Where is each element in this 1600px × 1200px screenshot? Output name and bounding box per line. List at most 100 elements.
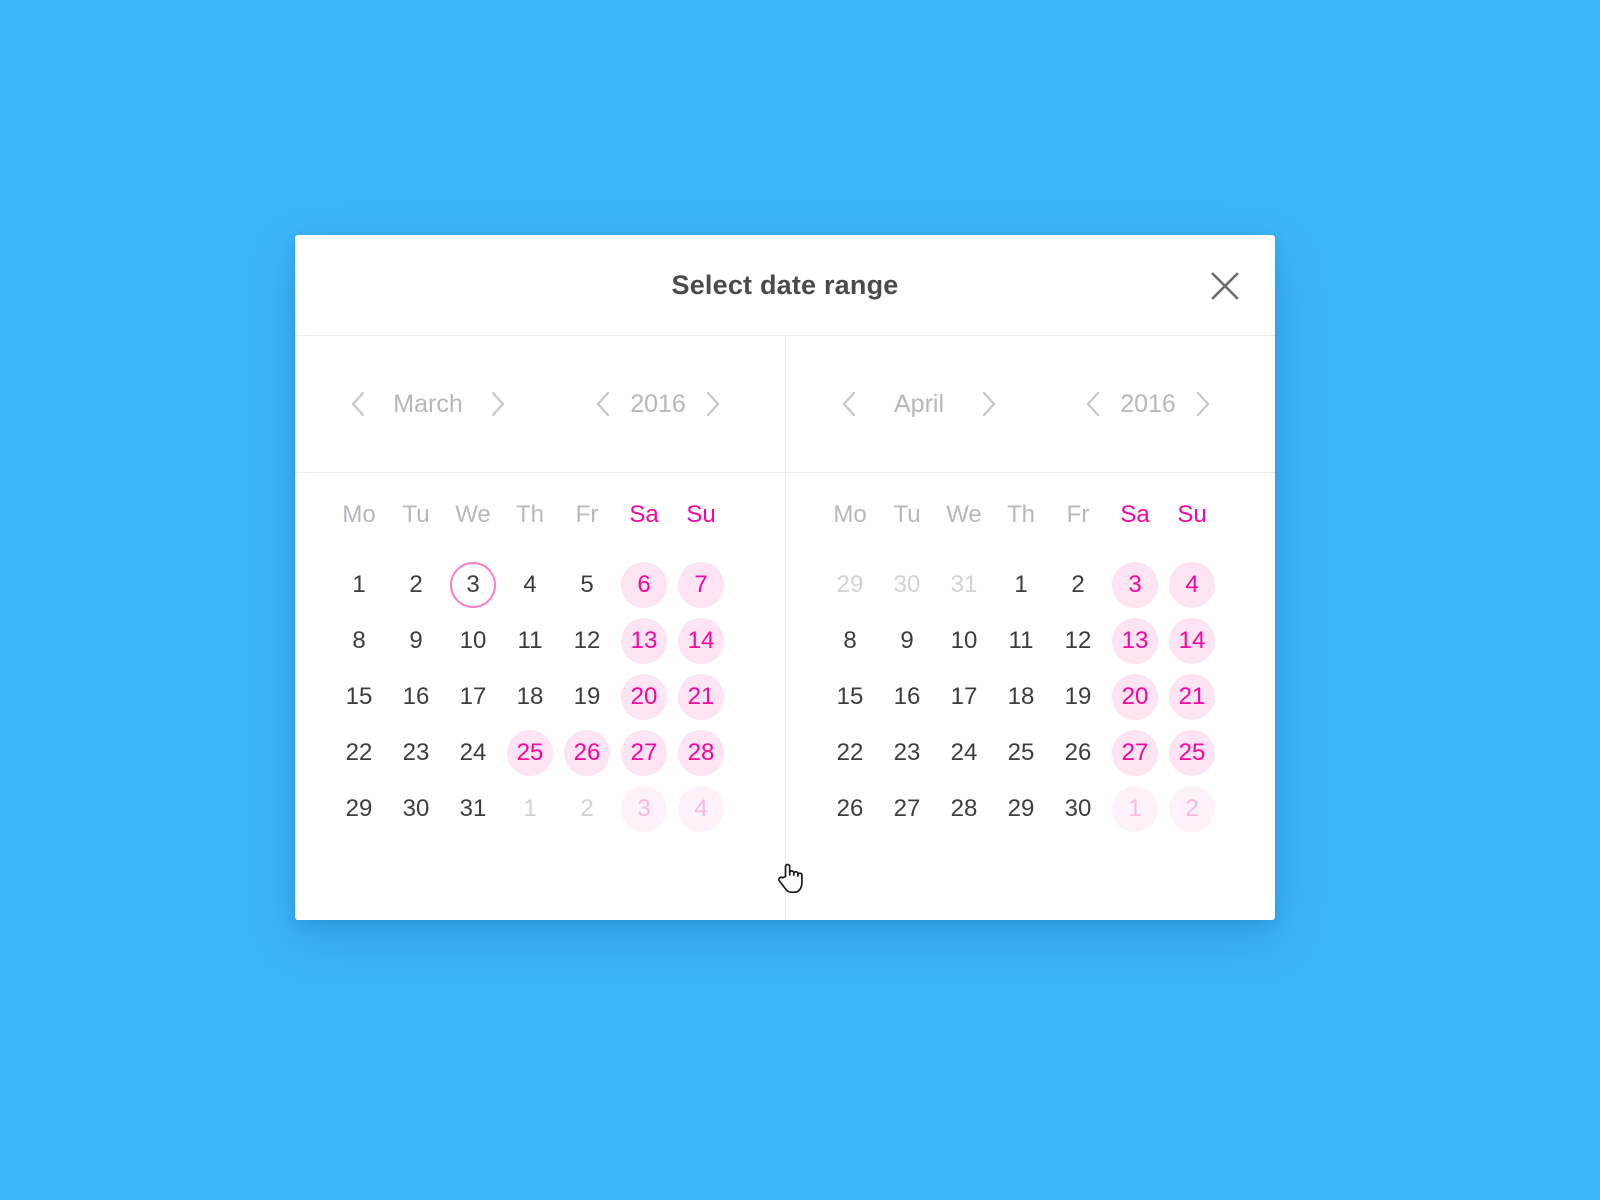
day-cell[interactable]: 9	[879, 613, 935, 669]
day-cell[interactable]: 30	[388, 781, 444, 837]
day-cell[interactable]: 26	[559, 725, 615, 781]
day-cell[interactable]: 12	[1050, 613, 1106, 669]
month-label-left[interactable]: March	[373, 390, 483, 419]
day-label: 18	[1007, 683, 1035, 710]
day-cell[interactable]: 2	[1164, 781, 1220, 837]
day-cell[interactable]: 22	[331, 725, 387, 781]
day-cell[interactable]: 14	[1164, 613, 1220, 669]
close-button[interactable]	[1203, 264, 1247, 308]
year-label-left[interactable]: 2016	[618, 390, 698, 419]
day-cell[interactable]: 12	[559, 613, 615, 669]
next-year-button-right[interactable]	[1188, 389, 1218, 419]
day-cell[interactable]: 16	[388, 669, 444, 725]
day-cell[interactable]: 27	[879, 781, 935, 837]
day-label: 8	[843, 627, 857, 654]
weekday-label-su: Su	[686, 501, 716, 528]
day-cell[interactable]: 25	[993, 725, 1049, 781]
day-cell[interactable]: 1	[502, 781, 558, 837]
next-year-button-left[interactable]	[698, 389, 728, 419]
day-cell[interactable]: 2	[388, 557, 444, 613]
day-cell[interactable]: 20	[1107, 669, 1163, 725]
day-cell[interactable]: 25	[1164, 725, 1220, 781]
day-cell[interactable]: 4	[502, 557, 558, 613]
day-cell[interactable]: 5	[559, 557, 615, 613]
day-label: 26	[1064, 739, 1092, 766]
weekday-header-left: Mo Tu We Th Fr Sa Su	[331, 473, 749, 557]
day-cell[interactable]: 3	[1107, 557, 1163, 613]
day-cell[interactable]: 29	[993, 781, 1049, 837]
day-label: 10	[459, 627, 487, 654]
day-cell[interactable]: 2	[1050, 557, 1106, 613]
week-row: 29 30 31 1 2 3 4	[331, 781, 749, 837]
day-cell[interactable]: 29	[331, 781, 387, 837]
day-cell[interactable]: 30	[879, 557, 935, 613]
prev-year-button-right[interactable]	[1078, 389, 1108, 419]
day-cell[interactable]: 1	[993, 557, 1049, 613]
day-cell[interactable]: 18	[993, 669, 1049, 725]
month-label-right[interactable]: April	[864, 390, 974, 419]
day-cell[interactable]: 17	[445, 669, 501, 725]
year-label-right[interactable]: 2016	[1108, 390, 1188, 419]
chevron-right-icon	[1194, 390, 1212, 418]
day-cell[interactable]: 13	[1107, 613, 1163, 669]
day-cell[interactable]: 28	[936, 781, 992, 837]
day-cell[interactable]: 8	[331, 613, 387, 669]
next-month-button-right[interactable]	[974, 389, 1004, 419]
day-cell[interactable]: 26	[1050, 725, 1106, 781]
day-cell[interactable]: 19	[1050, 669, 1106, 725]
day-cell[interactable]: 6	[616, 557, 672, 613]
day-label: 14	[1169, 618, 1215, 664]
day-label: 27	[893, 795, 921, 822]
day-cell[interactable]: 24	[936, 725, 992, 781]
day-cell[interactable]: 24	[445, 725, 501, 781]
day-cell[interactable]: 23	[879, 725, 935, 781]
day-cell[interactable]: 23	[388, 725, 444, 781]
chevron-left-icon	[840, 390, 858, 418]
day-cell[interactable]: 10	[445, 613, 501, 669]
day-cell[interactable]: 22	[822, 725, 878, 781]
prev-year-button-left[interactable]	[588, 389, 618, 419]
day-cell[interactable]: 1	[331, 557, 387, 613]
day-cell[interactable]: 27	[1107, 725, 1163, 781]
day-label: 7	[678, 562, 724, 608]
day-cell[interactable]: 1	[1107, 781, 1163, 837]
weekday-label-sa: Sa	[629, 501, 659, 528]
year-selector-right: 2016	[1078, 389, 1218, 419]
day-cell[interactable]: 2	[559, 781, 615, 837]
day-cell[interactable]: 11	[502, 613, 558, 669]
day-cell[interactable]: 15	[331, 669, 387, 725]
day-cell[interactable]: 4	[673, 781, 729, 837]
prev-month-button-right[interactable]	[834, 389, 864, 419]
day-cell[interactable]: 7	[673, 557, 729, 613]
day-cell[interactable]: 20	[616, 669, 672, 725]
day-cell[interactable]: 4	[1164, 557, 1220, 613]
day-label: 26	[564, 730, 610, 776]
calendar-right-nav: April 2016	[786, 336, 1275, 473]
day-cell[interactable]: 9	[388, 613, 444, 669]
day-cell[interactable]: 16	[879, 669, 935, 725]
day-cell[interactable]: 3	[445, 557, 501, 613]
day-cell[interactable]: 30	[1050, 781, 1106, 837]
next-month-button-left[interactable]	[483, 389, 513, 419]
day-cell[interactable]: 17	[936, 669, 992, 725]
day-cell[interactable]: 14	[673, 613, 729, 669]
date-range-dialog: Select date range March 2016 Mo Tu We Th…	[295, 235, 1275, 920]
day-cell[interactable]: 18	[502, 669, 558, 725]
day-cell[interactable]: 10	[936, 613, 992, 669]
day-cell[interactable]: 11	[993, 613, 1049, 669]
day-cell[interactable]: 13	[616, 613, 672, 669]
day-cell[interactable]: 27	[616, 725, 672, 781]
day-cell[interactable]: 3	[616, 781, 672, 837]
day-cell[interactable]: 31	[445, 781, 501, 837]
day-cell[interactable]: 21	[673, 669, 729, 725]
day-cell[interactable]: 29	[822, 557, 878, 613]
day-cell[interactable]: 25	[502, 725, 558, 781]
day-cell[interactable]: 28	[673, 725, 729, 781]
day-cell[interactable]: 19	[559, 669, 615, 725]
day-cell[interactable]: 15	[822, 669, 878, 725]
day-cell[interactable]: 8	[822, 613, 878, 669]
prev-month-button-left[interactable]	[343, 389, 373, 419]
day-cell[interactable]: 31	[936, 557, 992, 613]
day-cell[interactable]: 26	[822, 781, 878, 837]
day-cell[interactable]: 21	[1164, 669, 1220, 725]
